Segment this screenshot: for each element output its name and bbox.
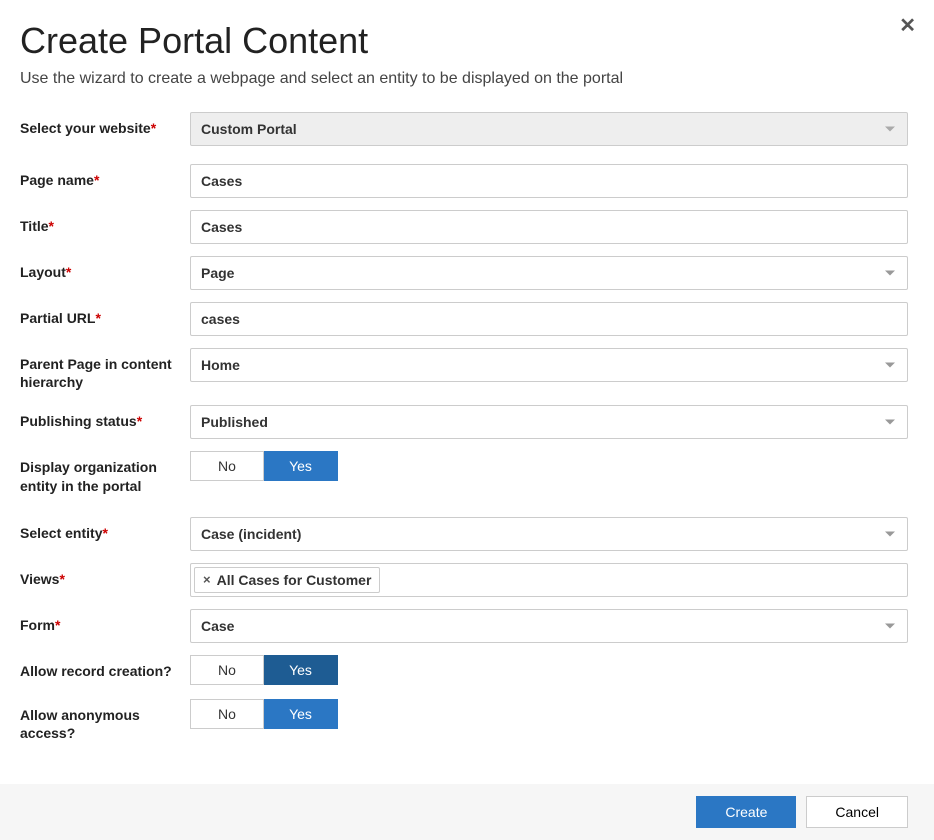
partial-url-input[interactable]	[190, 302, 908, 336]
dialog-title: Create Portal Content	[20, 20, 908, 62]
dialog-footer: Create Cancel	[0, 784, 934, 840]
title-input[interactable]	[190, 210, 908, 244]
layout-select[interactable]: Page	[190, 256, 908, 290]
label-layout: Layout*	[20, 256, 190, 281]
views-tag: × All Cases for Customer	[194, 567, 380, 593]
chevron-down-icon	[885, 420, 895, 425]
website-value: Custom Portal	[201, 121, 297, 137]
chevron-down-icon	[885, 531, 895, 536]
publishing-status-select[interactable]: Published	[190, 405, 908, 439]
label-views: Views*	[20, 563, 190, 588]
parent-page-select[interactable]: Home	[190, 348, 908, 382]
label-allow-anon: Allow anonymous access?	[20, 699, 190, 742]
label-website: Select your website*	[20, 112, 190, 137]
label-publishing-status: Publishing status*	[20, 405, 190, 430]
allow-record-toggle: No Yes	[190, 655, 908, 685]
dialog-subtitle: Use the wizard to create a webpage and s…	[20, 70, 908, 88]
page-name-input[interactable]	[190, 164, 908, 198]
label-select-entity: Select entity*	[20, 517, 190, 542]
chevron-down-icon	[885, 271, 895, 276]
remove-tag-icon[interactable]: ×	[203, 572, 211, 587]
display-org-toggle: No Yes	[190, 451, 908, 481]
entity-select[interactable]: Case (incident)	[190, 517, 908, 551]
layout-value: Page	[201, 265, 234, 281]
parent-page-value: Home	[201, 357, 240, 373]
form-select[interactable]: Case	[190, 609, 908, 643]
views-multiselect[interactable]: × All Cases for Customer	[190, 563, 908, 597]
close-button[interactable]: ✕	[899, 16, 916, 36]
label-page-name: Page name*	[20, 164, 190, 189]
cancel-button[interactable]: Cancel	[806, 796, 908, 828]
allow-record-yes[interactable]: Yes	[264, 655, 338, 685]
allow-anon-toggle: No Yes	[190, 699, 908, 729]
display-org-no[interactable]: No	[190, 451, 264, 481]
allow-record-no[interactable]: No	[190, 655, 264, 685]
label-partial-url: Partial URL*	[20, 302, 190, 327]
chevron-down-icon	[885, 363, 895, 368]
label-parent-page: Parent Page in content hierarchy	[20, 348, 190, 391]
views-tag-label: All Cases for Customer	[217, 572, 372, 588]
form-value: Case	[201, 618, 234, 634]
allow-anon-no[interactable]: No	[190, 699, 264, 729]
label-allow-record: Allow record creation?	[20, 655, 190, 680]
chevron-down-icon	[885, 623, 895, 628]
allow-anon-yes[interactable]: Yes	[264, 699, 338, 729]
display-org-yes[interactable]: Yes	[264, 451, 338, 481]
label-form: Form*	[20, 609, 190, 634]
website-select[interactable]: Custom Portal	[190, 112, 908, 146]
label-title: Title*	[20, 210, 190, 235]
publishing-status-value: Published	[201, 414, 268, 430]
entity-value: Case (incident)	[201, 526, 301, 542]
create-button[interactable]: Create	[696, 796, 796, 828]
label-display-org: Display organization entity in the porta…	[20, 451, 190, 494]
chevron-down-icon	[885, 127, 895, 132]
